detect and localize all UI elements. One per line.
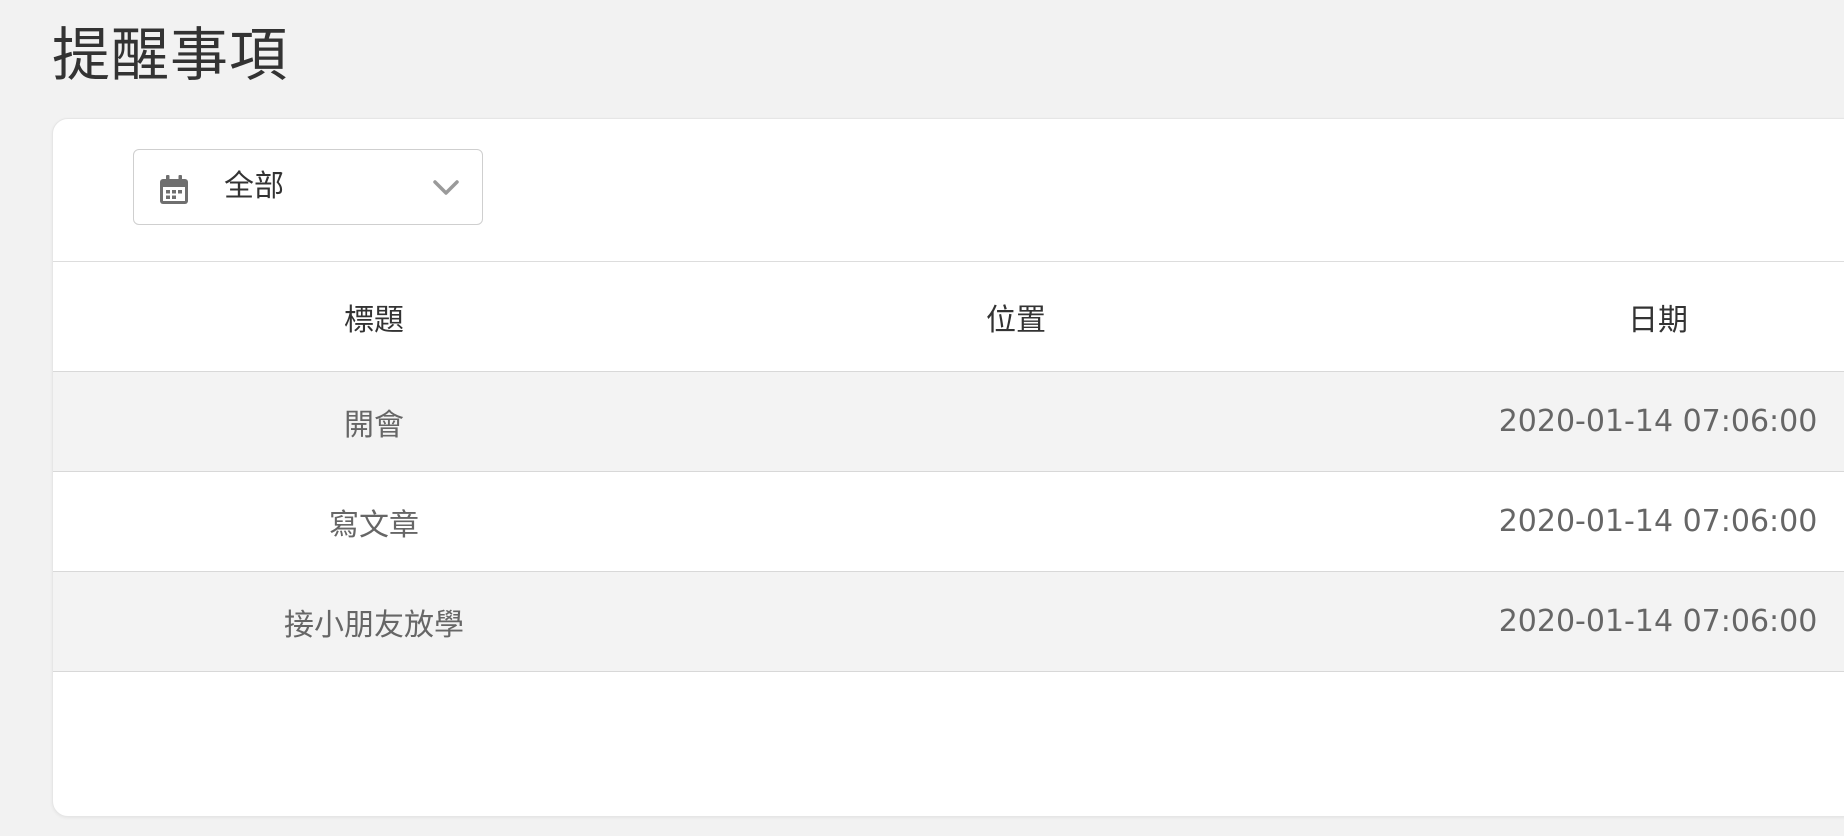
calendar-icon (160, 175, 188, 204)
reminders-card: 全部 標題 位置 日期 開會 2020-01-14 07:06:00 寫文章 2… (52, 118, 1844, 817)
row-date: 2020-01-14 07:06:00 (1498, 604, 1818, 639)
date-filter-select[interactable]: 全部 (133, 149, 483, 225)
chevron-down-icon (433, 180, 459, 195)
table-row[interactable]: 接小朋友放學 2020-01-14 07:06:00 (53, 572, 1844, 672)
row-title: 接小朋友放學 (284, 607, 464, 643)
table-row[interactable]: 寫文章 2020-01-14 07:06:00 (53, 472, 1844, 572)
row-location (695, 372, 1337, 471)
column-header-date[interactable]: 日期 (1337, 262, 1844, 371)
row-date: 2020-01-14 07:06:00 (1498, 504, 1818, 539)
reminders-table: 標題 位置 日期 開會 2020-01-14 07:06:00 寫文章 2020… (53, 261, 1844, 672)
column-header-title[interactable]: 標題 (53, 262, 695, 371)
table-header-row: 標題 位置 日期 (53, 262, 1844, 372)
table-row[interactable]: 開會 2020-01-14 07:06:00 (53, 372, 1844, 472)
row-location (695, 472, 1337, 571)
page-title: 提醒事項 (52, 21, 289, 89)
date-filter-value: 全部 (224, 169, 284, 204)
row-date: 2020-01-14 07:06:00 (1498, 404, 1818, 439)
row-title: 開會 (344, 407, 404, 443)
column-header-location[interactable]: 位置 (695, 262, 1337, 371)
row-title: 寫文章 (329, 507, 419, 543)
row-location (695, 572, 1337, 671)
